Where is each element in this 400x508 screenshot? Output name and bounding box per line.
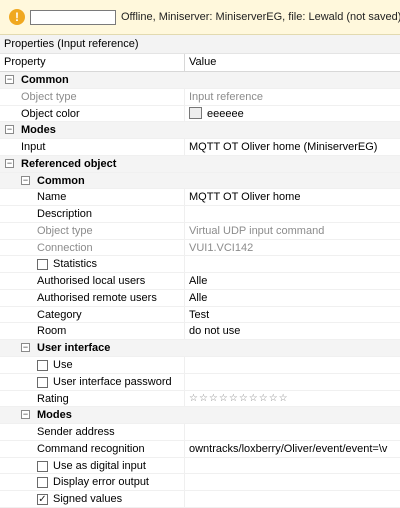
- row-description[interactable]: Description: [0, 206, 400, 223]
- category-common[interactable]: − Common: [0, 72, 400, 89]
- column-header: Property Value: [0, 54, 400, 72]
- subcategory-modes[interactable]: − Modes: [0, 407, 400, 425]
- status-field[interactable]: [30, 10, 116, 25]
- signed-values-checkbox[interactable]: ✓: [37, 494, 48, 506]
- rating-stars-icon[interactable]: ☆☆☆☆☆☆☆☆☆☆: [189, 391, 289, 407]
- property-grid: − Common Object type Input reference Obj…: [0, 72, 400, 508]
- row-sender-address[interactable]: Sender address: [0, 424, 400, 441]
- subcategory-user-interface[interactable]: − User interface: [0, 340, 400, 358]
- collapse-icon[interactable]: −: [21, 343, 30, 353]
- subcategory-common[interactable]: − Common: [0, 172, 400, 190]
- column-divider[interactable]: [184, 54, 185, 72]
- row-rating[interactable]: Rating ☆☆☆☆☆☆☆☆☆☆: [0, 390, 400, 408]
- row-input[interactable]: Input MQTT OT Oliver home (MiniserverEG): [0, 139, 400, 156]
- property-column-header[interactable]: Property: [4, 54, 46, 71]
- row-authorised-remote-users[interactable]: Authorised remote users Alle: [0, 289, 400, 307]
- status-bar: ! Offline, Miniserver: MiniserverEG, fil…: [0, 0, 400, 35]
- collapse-icon[interactable]: −: [21, 410, 30, 420]
- display-error-checkbox[interactable]: [37, 477, 48, 489]
- row-ref-object-type[interactable]: Object type Virtual UDP input command: [0, 222, 400, 240]
- value-column-header[interactable]: Value: [189, 54, 216, 71]
- row-name[interactable]: Name MQTT OT Oliver home: [0, 189, 400, 207]
- collapse-icon[interactable]: −: [5, 75, 14, 84]
- row-statistics[interactable]: Statistics: [0, 256, 400, 274]
- row-command-recognition[interactable]: Command recognition owntracks/loxberry/O…: [0, 440, 400, 458]
- digital-input-checkbox[interactable]: [37, 460, 48, 472]
- row-connection[interactable]: Connection VUI1.VCI142: [0, 239, 400, 257]
- row-use-as-digital-input[interactable]: Use as digital input: [0, 457, 400, 475]
- ui-password-checkbox[interactable]: [37, 376, 48, 388]
- use-checkbox[interactable]: [37, 360, 48, 372]
- row-object-color[interactable]: Object color eeeeee: [0, 105, 400, 123]
- connection-status-text: Offline, Miniserver: MiniserverEG, file:…: [121, 11, 400, 23]
- row-display-error-output[interactable]: Display error output: [0, 474, 400, 492]
- row-signed-values[interactable]: ✓ Signed values: [0, 491, 400, 508]
- row-room[interactable]: Room do not use: [0, 323, 400, 341]
- warning-icon: !: [9, 9, 25, 25]
- row-user-interface-password[interactable]: User interface password: [0, 373, 400, 391]
- row-use[interactable]: Use: [0, 357, 400, 374]
- category-modes[interactable]: − Modes: [0, 122, 400, 140]
- row-category[interactable]: Category Test: [0, 306, 400, 324]
- collapse-icon[interactable]: −: [5, 158, 14, 168]
- collapse-icon[interactable]: −: [5, 125, 14, 135]
- row-authorised-local-users[interactable]: Authorised local users Alle: [0, 273, 400, 290]
- row-object-type[interactable]: Object type Input reference: [0, 88, 400, 106]
- color-swatch[interactable]: [189, 106, 202, 119]
- panel-title: Properties (Input reference): [0, 35, 400, 54]
- category-referenced-object[interactable]: − Referenced object: [0, 155, 400, 173]
- collapse-icon[interactable]: −: [21, 175, 30, 185]
- statistics-checkbox[interactable]: [37, 259, 48, 271]
